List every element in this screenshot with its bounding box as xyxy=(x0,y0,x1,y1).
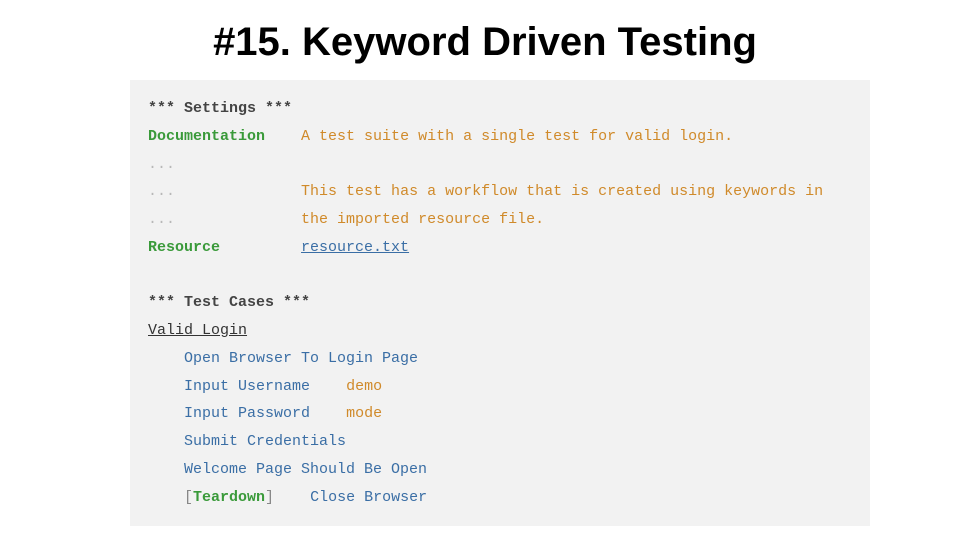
teardown-bracket-open: [ xyxy=(184,489,193,506)
test-name: Valid Login xyxy=(148,322,247,339)
teardown-line: [Teardown] Close Browser xyxy=(148,484,852,512)
doc-cont-3: ... the imported resource file. xyxy=(148,206,852,234)
teardown-action: Close Browser xyxy=(310,489,427,506)
resource-line: Resource resource.txt xyxy=(148,234,852,262)
doc-cont-1: ... xyxy=(148,151,852,179)
step-2-arg: demo xyxy=(346,378,382,395)
resource-value: resource.txt xyxy=(301,239,409,256)
blank-line-1 xyxy=(148,262,852,290)
ellipsis-1: ... xyxy=(148,156,175,173)
step-4-keyword: Submit Credentials xyxy=(184,433,346,450)
slide-title: #15. Keyword Driven Testing xyxy=(0,0,970,80)
doc-text-2: This test has a workflow that is created… xyxy=(301,183,823,200)
settings-header: *** Settings *** xyxy=(148,100,292,117)
doc-cont-2: ... This test has a workflow that is cre… xyxy=(148,178,852,206)
testcases-header: *** Test Cases *** xyxy=(148,294,310,311)
step-1-keyword: Open Browser To Login Page xyxy=(184,350,418,367)
test-name-line: Valid Login xyxy=(148,317,852,345)
step-3-keyword: Input Password xyxy=(184,405,310,422)
step-4: Submit Credentials xyxy=(148,428,852,456)
resource-keyword: Resource xyxy=(148,239,220,256)
testcases-header-line: *** Test Cases *** xyxy=(148,289,852,317)
step-2-keyword: Input Username xyxy=(184,378,310,395)
code-block: *** Settings *** Documentation A test su… xyxy=(130,80,870,526)
documentation-keyword: Documentation xyxy=(148,128,265,145)
doc-text-1: A test suite with a single test for vali… xyxy=(301,128,733,145)
step-3-arg: mode xyxy=(346,405,382,422)
doc-text-3: the imported resource file. xyxy=(301,211,544,228)
teardown-bracket-close: ] xyxy=(265,489,274,506)
step-3: Input Password mode xyxy=(148,400,852,428)
step-5-keyword: Welcome Page Should Be Open xyxy=(184,461,427,478)
ellipsis-3: ... xyxy=(148,211,175,228)
step-1: Open Browser To Login Page xyxy=(148,345,852,373)
ellipsis-2: ... xyxy=(148,183,175,200)
settings-header-line: *** Settings *** xyxy=(148,95,852,123)
doc-line-1: Documentation A test suite with a single… xyxy=(148,123,852,151)
step-5: Welcome Page Should Be Open xyxy=(148,456,852,484)
teardown-keyword: Teardown xyxy=(193,489,265,506)
step-2: Input Username demo xyxy=(148,373,852,401)
